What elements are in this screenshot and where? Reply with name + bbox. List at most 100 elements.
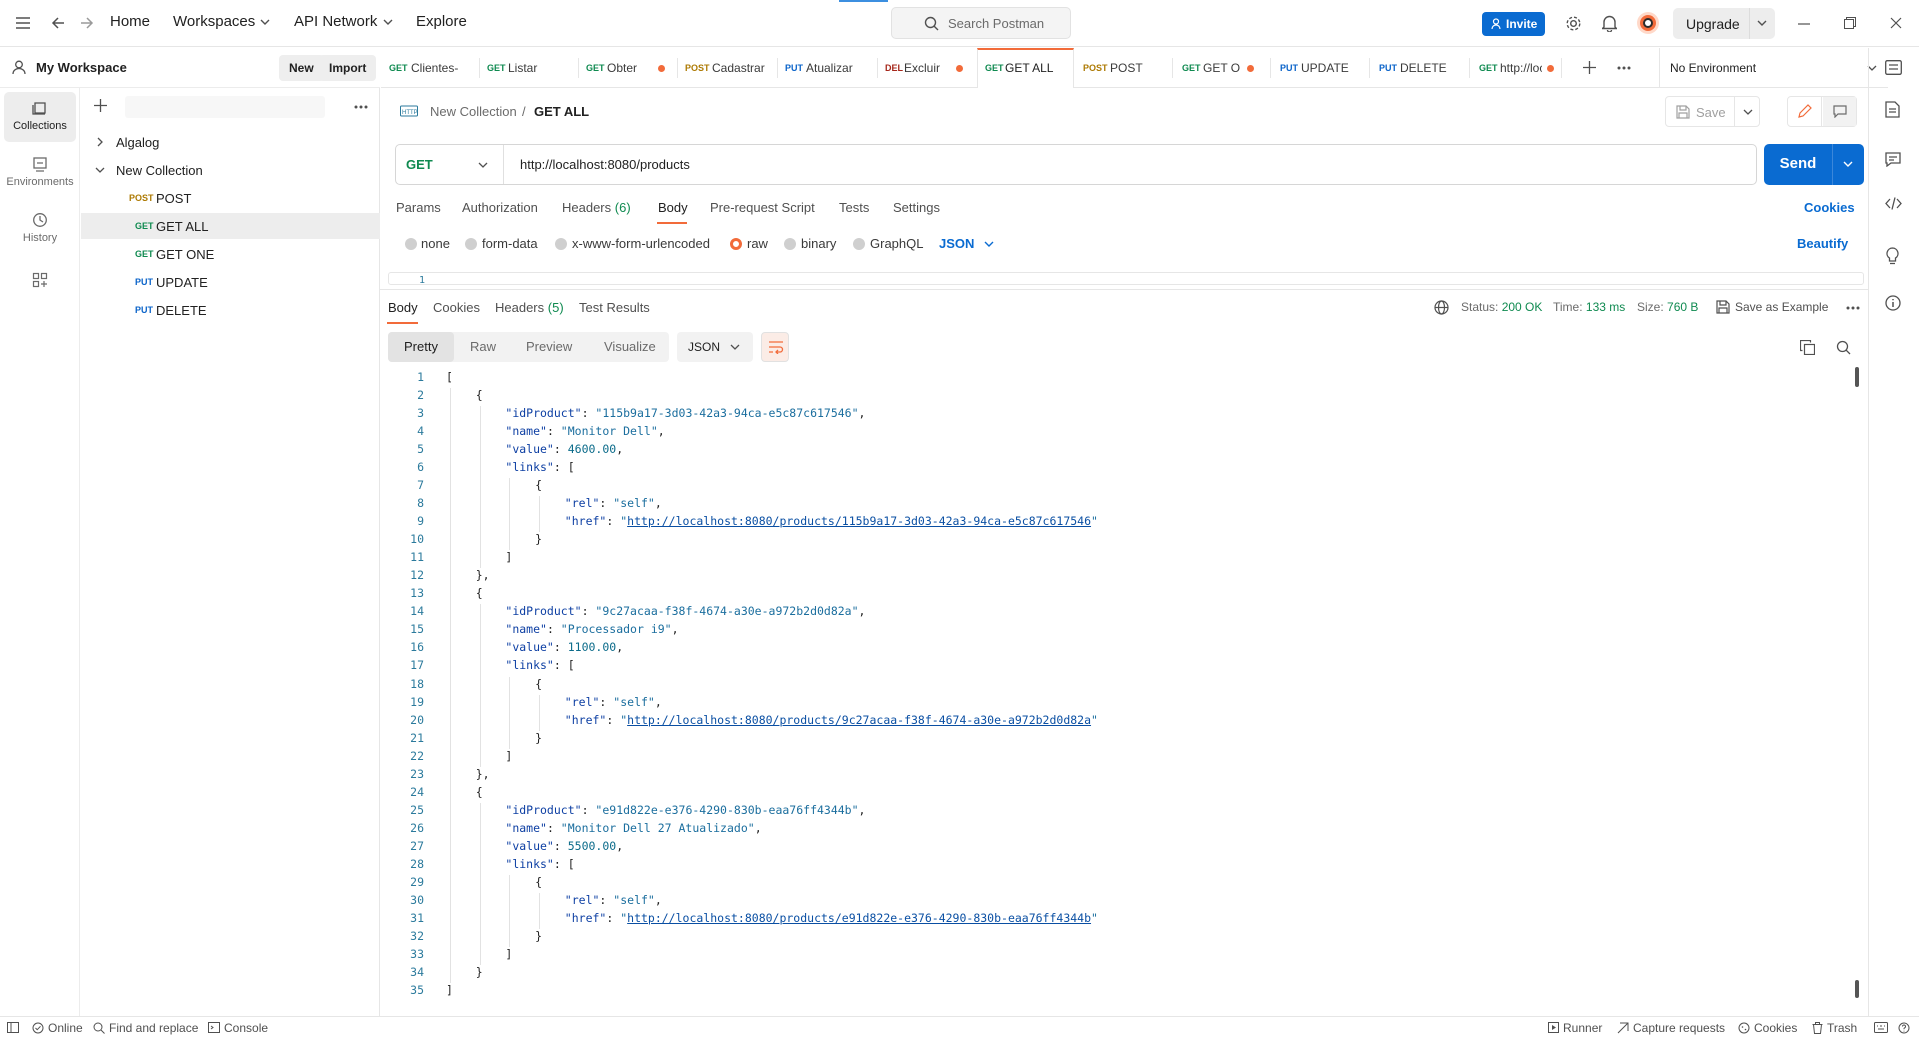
sidebar-item-history[interactable]: History <box>4 204 76 254</box>
save-chevron-down-icon[interactable] <box>1743 109 1753 115</box>
workspaces-chevron-down-icon[interactable] <box>260 19 270 25</box>
cookies-button[interactable]: Cookies <box>1754 1021 1797 1035</box>
body-format-select[interactable]: JSON <box>939 236 974 251</box>
wrap-lines-button[interactable] <box>761 332 789 362</box>
find-and-replace-button[interactable]: Find and replace <box>109 1021 198 1035</box>
radio-form-data[interactable] <box>465 238 477 250</box>
nav-explore[interactable]: Explore <box>416 13 467 30</box>
tab-get-one[interactable]: GET GET ONE <box>1174 48 1272 88</box>
search-response-icon[interactable] <box>1836 340 1851 355</box>
response-tab-test-results[interactable]: Test Results <box>579 300 650 315</box>
request-row-get-all[interactable]: GET GET ALL <box>81 213 380 239</box>
tab-authorization[interactable]: Authorization <box>462 200 538 215</box>
global-search-input[interactable]: Search Postman <box>891 7 1071 39</box>
tab-http-localhost[interactable]: GET http://loc <box>1471 48 1559 88</box>
new-tab-plus-icon[interactable] <box>1583 61 1596 74</box>
new-button[interactable]: New <box>279 55 324 81</box>
collection-row-algalog[interactable]: Algalog <box>81 129 380 155</box>
request-body-editor[interactable]: 1 <box>388 272 1864 286</box>
import-button[interactable]: Import <box>319 55 377 81</box>
close-window-icon[interactable] <box>1890 17 1902 29</box>
scrollbar-thumb-bottom[interactable] <box>1855 980 1859 998</box>
tab-atualizar[interactable]: PUT Atualizar <box>779 48 877 88</box>
globe-icon[interactable] <box>1434 300 1449 315</box>
tab-body[interactable]: Body <box>658 200 688 215</box>
lightbulb-icon[interactable] <box>1885 247 1900 265</box>
view-visualize[interactable]: Visualize <box>588 332 672 362</box>
save-as-example-button[interactable]: Save as Example <box>1735 300 1828 314</box>
add-collection-plus-icon[interactable] <box>94 99 107 112</box>
request-row-get-one[interactable]: GET GET ONE <box>81 241 380 267</box>
minimize-window-icon[interactable] <box>1798 23 1810 25</box>
collections-filter-input[interactable] <box>125 96 325 118</box>
collection-row-new-collection[interactable]: New Collection <box>81 157 380 183</box>
response-body-code[interactable]: 1 2 3 4 5 6 7 8 9 10 11 12 13 14 15 16 17 18 19 20 21 22 23 24 2… <box>388 368 1858 1000</box>
toggle-sidebar-icon[interactable] <box>7 1022 19 1033</box>
tab-post[interactable]: POST POST <box>1075 48 1172 88</box>
cookies-link[interactable]: Cookies <box>1804 200 1855 215</box>
upgrade-chevron-down-icon[interactable] <box>1757 20 1767 26</box>
upgrade-button[interactable]: Upgrade <box>1673 8 1775 39</box>
tab-delete[interactable]: PUT DELETE <box>1371 48 1469 88</box>
sidebar-item-apps[interactable] <box>4 264 76 298</box>
view-raw[interactable]: Raw <box>454 332 512 362</box>
settings-gear-icon[interactable] <box>1565 15 1582 32</box>
request-row-post[interactable]: POST POST <box>81 185 380 211</box>
response-format-select[interactable]: JSON <box>677 332 753 362</box>
tab-settings[interactable]: Settings <box>893 200 940 215</box>
request-row-delete[interactable]: PUT DELETE <box>81 297 380 323</box>
response-tab-headers[interactable]: Headers (5) <box>495 300 564 315</box>
capture-requests-button[interactable]: Capture requests <box>1633 1021 1725 1035</box>
radio-none[interactable] <box>405 238 417 250</box>
json-link[interactable]: http://localhost:8080/products/9c27acaa-… <box>627 713 1091 727</box>
nav-workspaces[interactable]: Workspaces <box>173 13 255 30</box>
beautify-button[interactable]: Beautify <box>1797 236 1848 251</box>
keyboard-shortcuts-icon[interactable] <box>1874 1022 1888 1033</box>
radio-urlencoded[interactable] <box>555 238 567 250</box>
nav-home[interactable]: Home <box>110 13 150 30</box>
back-arrow-icon[interactable] <box>51 16 65 30</box>
runner-button[interactable]: Runner <box>1563 1021 1602 1035</box>
response-tab-body[interactable]: Body <box>388 300 418 315</box>
body-format-chevron-down-icon[interactable] <box>984 241 994 247</box>
response-more-options-icon[interactable] <box>1846 306 1860 310</box>
view-pretty[interactable]: Pretty <box>388 332 454 362</box>
comments-icon[interactable] <box>1885 152 1901 167</box>
console-button[interactable]: Console <box>224 1021 268 1035</box>
edit-mode-button[interactable] <box>1788 97 1822 126</box>
scrollbar-thumb[interactable] <box>1855 367 1859 387</box>
tab-update[interactable]: PUT UPDATE <box>1272 48 1370 88</box>
send-chevron-down-icon[interactable] <box>1843 161 1853 167</box>
environment-quick-look-icon[interactable] <box>1885 60 1902 75</box>
info-icon[interactable] <box>1885 295 1901 311</box>
tab-listar[interactable]: GET Listar <box>481 48 571 88</box>
sidebar-item-collections[interactable]: Collections <box>4 92 76 142</box>
breadcrumb-collection[interactable]: New Collection <box>430 104 517 119</box>
chevron-right-icon[interactable] <box>97 137 103 147</box>
view-mode-toggle[interactable] <box>1787 96 1857 127</box>
invite-button[interactable]: Invite <box>1482 12 1545 36</box>
response-size[interactable]: Size: 760 B <box>1637 300 1698 314</box>
tabs-more-options-icon[interactable] <box>1617 66 1631 70</box>
view-preview[interactable]: Preview <box>510 332 588 362</box>
sidebar-item-environments[interactable]: Environments <box>4 148 76 198</box>
user-avatar[interactable] <box>1636 11 1660 35</box>
radio-raw[interactable] <box>730 238 742 250</box>
url-input[interactable]: http://localhost:8080/products <box>520 157 690 172</box>
tab-cadastrar[interactable]: POST Cadastrar <box>679 48 777 88</box>
help-icon[interactable] <box>1898 1022 1910 1034</box>
radio-graphql[interactable] <box>853 238 865 250</box>
tab-headers[interactable]: Headers (6) <box>562 200 631 215</box>
forward-arrow-icon[interactable] <box>80 16 94 30</box>
tab-clientes-listar[interactable]: GET Clientes-Li <box>386 48 476 88</box>
tab-excluir[interactable]: DEL Excluir <box>879 48 976 88</box>
tab-get-all[interactable]: GET GET ALL <box>977 48 1074 88</box>
trash-button[interactable]: Trash <box>1827 1021 1857 1035</box>
documentation-icon[interactable] <box>1885 101 1900 118</box>
tab-pre-request-script[interactable]: Pre-request Script <box>710 200 815 215</box>
json-link[interactable]: http://localhost:8080/products/e91d822e-… <box>627 911 1091 925</box>
send-button[interactable]: Send <box>1764 144 1864 185</box>
request-row-update[interactable]: PUT UPDATE <box>81 269 380 295</box>
more-options-icon[interactable] <box>354 105 368 109</box>
code-snippet-icon[interactable] <box>1885 197 1902 210</box>
